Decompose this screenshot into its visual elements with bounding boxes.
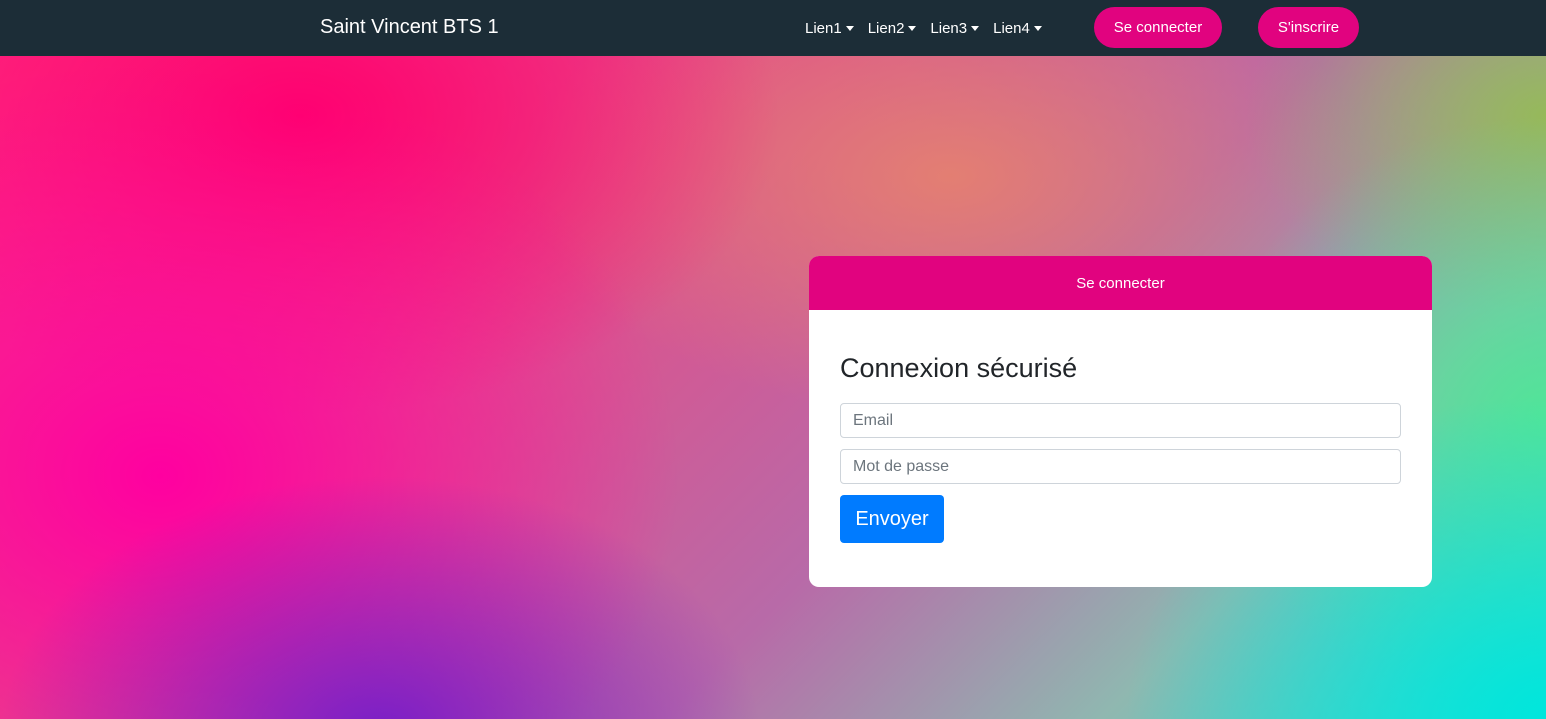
nav-dropdown-lien2[interactable]: Lien2: [868, 20, 917, 37]
nav-link-label: Lien3: [930, 19, 968, 37]
caret-down-icon: [971, 25, 980, 31]
password-field[interactable]: [840, 449, 1401, 484]
navbar: Saint Vincent BTS 1 Lien1 Lien2 Lien3 Li…: [0, 0, 1546, 56]
login-card-header: Se connecter: [809, 256, 1432, 310]
brand-title[interactable]: Saint Vincent BTS 1: [320, 0, 499, 56]
nav-link-label: Lien2: [867, 19, 905, 37]
login-button[interactable]: Se connecter: [1094, 7, 1222, 48]
caret-down-icon: [908, 25, 917, 31]
signup-button[interactable]: S'inscrire: [1258, 7, 1359, 48]
page: Saint Vincent BTS 1 Lien1 Lien2 Lien3 Li…: [0, 0, 1546, 719]
nav-dropdown-lien1[interactable]: Lien1: [805, 20, 854, 37]
submit-button[interactable]: Envoyer: [840, 495, 944, 543]
nav-link-label: Lien4: [993, 19, 1030, 37]
caret-down-icon: [1033, 25, 1042, 31]
login-card: Se connecter Connexion sécurisé Envoyer: [809, 256, 1432, 587]
caret-down-icon: [845, 25, 854, 31]
nav-link-label: Lien1: [805, 19, 842, 37]
email-field[interactable]: [840, 403, 1401, 438]
nav-dropdown-lien3[interactable]: Lien3: [930, 19, 980, 37]
login-card-title: Connexion sécurisé: [840, 353, 1078, 383]
nav-links: Lien1 Lien2 Lien3 Lien4: [805, 0, 1056, 56]
nav-dropdown-lien4[interactable]: Lien4: [993, 20, 1042, 37]
